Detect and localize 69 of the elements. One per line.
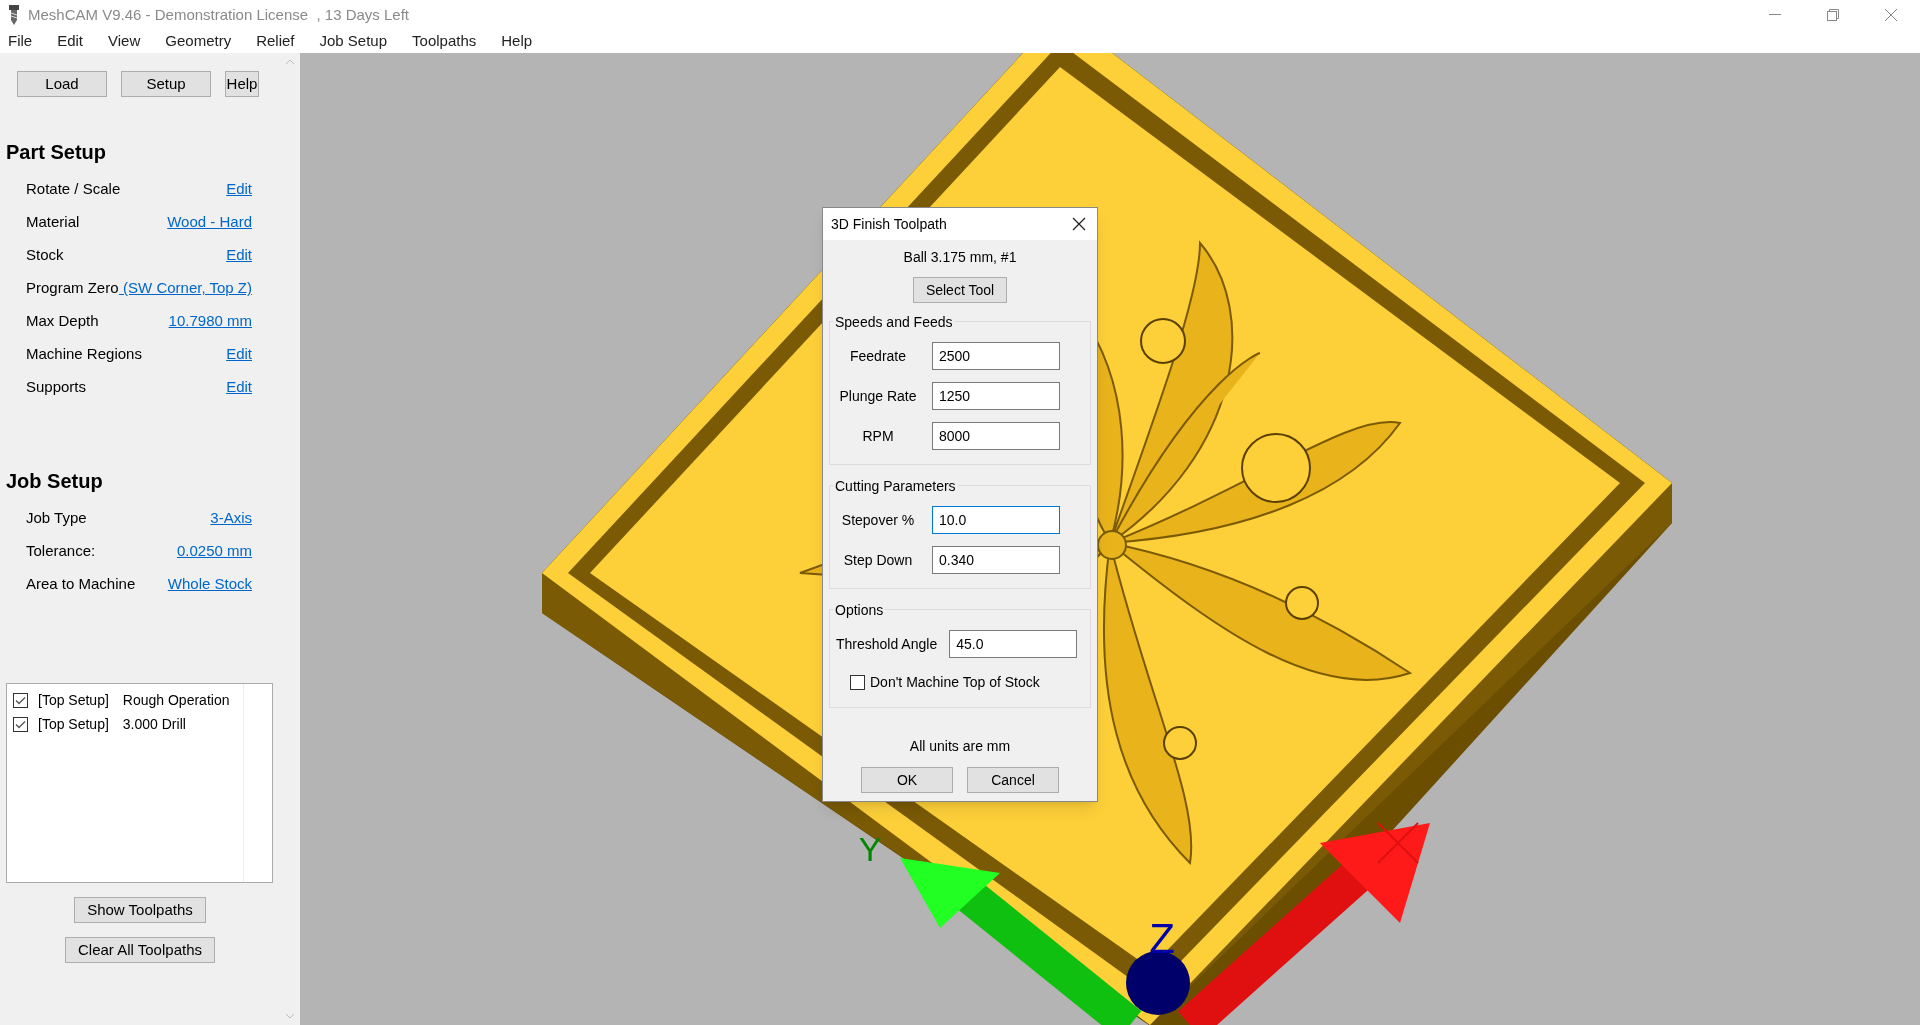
checkbox[interactable] xyxy=(13,716,28,732)
setting-link[interactable]: Edit xyxy=(226,343,252,366)
setting-label: Stock xyxy=(26,245,64,266)
menu-item[interactable]: Help xyxy=(493,30,541,53)
toolbar-button[interactable]: Setup xyxy=(121,71,211,97)
checkbox[interactable] xyxy=(850,675,865,690)
input-field[interactable]: 1250 xyxy=(932,382,1060,410)
setting-link[interactable]: Edit xyxy=(226,244,252,267)
close-icon[interactable] xyxy=(1885,9,1897,21)
menu-item[interactable]: Relief xyxy=(248,30,303,53)
toolbar-button[interactable]: Load xyxy=(17,71,107,97)
setting-link[interactable]: 0.0250 mm xyxy=(176,540,252,563)
input-field[interactable]: 8000 xyxy=(932,422,1060,450)
field-label: Threshold Angle xyxy=(835,634,939,654)
dialog-title: 3D Finish Toolpath xyxy=(831,214,947,234)
field-label: RPM xyxy=(861,426,895,446)
toolbar-button[interactable]: Help xyxy=(225,71,259,97)
field-label: Step Down xyxy=(842,550,914,570)
dialog-button[interactable]: Cancel xyxy=(967,767,1059,793)
menu-item[interactable]: Geometry xyxy=(157,30,240,53)
operation-name: Rough Operation xyxy=(122,690,230,710)
panel-button[interactable]: Clear All Toolpaths xyxy=(65,937,215,963)
setting-label: Job Type xyxy=(26,508,87,529)
setting-link[interactable]: (SW Corner, Top Z) xyxy=(118,277,252,300)
setting-link[interactable]: Wood - Hard xyxy=(167,211,252,234)
section-heading: Part Setup xyxy=(5,140,108,165)
menu-item[interactable]: View xyxy=(100,30,149,53)
operation-setup: [Top Setup] xyxy=(38,714,109,734)
field-label: Feedrate xyxy=(848,346,907,366)
setting-link[interactable]: 3-Axis xyxy=(210,507,252,530)
setting-link[interactable]: Edit xyxy=(226,178,252,201)
setting-link[interactable]: Edit xyxy=(226,376,252,399)
input-field[interactable]: 45.0 xyxy=(949,630,1078,658)
setting-label: Tolerance: xyxy=(26,541,96,562)
restore-icon[interactable] xyxy=(1827,9,1839,21)
checkbox[interactable] xyxy=(13,692,28,708)
setting-label: Max Depth xyxy=(26,311,99,332)
select-tool-button[interactable]: Select Tool xyxy=(912,277,1008,303)
input-field[interactable]: 10.0 xyxy=(932,506,1060,534)
input-field[interactable]: 2500 xyxy=(932,342,1060,370)
setting-label: Rotate / Scale xyxy=(26,179,121,200)
setting-label: Material xyxy=(26,212,80,233)
setting-label: Supports xyxy=(26,377,87,398)
checkbox-label: Don't Machine Top of Stock xyxy=(870,673,1040,692)
input-field[interactable]: 0.340 xyxy=(932,546,1060,574)
setting-link[interactable]: 10.7980 mm xyxy=(168,310,252,333)
setting-link[interactable]: Whole Stock xyxy=(167,573,252,596)
operation-name: 3.000 Drill xyxy=(122,714,186,734)
menu-item[interactable]: Edit xyxy=(49,30,92,53)
menu-item[interactable]: Job Setup xyxy=(311,30,396,53)
units-note: All units are mm xyxy=(909,737,1011,756)
operation-setup: [Top Setup] xyxy=(38,690,109,710)
setting-label: Area to Machine xyxy=(26,574,136,595)
axis-label: Y xyxy=(858,830,882,868)
dialog-button[interactable]: OK xyxy=(861,767,953,793)
3d-viewport[interactable] xyxy=(300,53,1920,1025)
panel-button[interactable]: Show Toolpaths xyxy=(74,897,206,923)
axis-label: Z xyxy=(1149,915,1175,962)
window-title: MeshCAM V9.46 - Demonstration License , 13 Days Left xyxy=(28,4,409,25)
tool-description: Ball 3.175 mm, #1 xyxy=(903,248,1017,267)
setting-label: Machine Regions xyxy=(26,344,142,365)
app-logo-icon xyxy=(8,5,20,25)
menu-item[interactable]: File xyxy=(0,30,41,53)
field-label: Stepover % xyxy=(840,510,916,530)
minimize-icon[interactable] xyxy=(1769,14,1781,16)
setting-label: Program Zero xyxy=(26,278,119,299)
section-heading: Job Setup xyxy=(5,469,104,494)
field-label: Plunge Rate xyxy=(838,386,918,406)
menu-item[interactable]: Toolpaths xyxy=(404,30,485,53)
